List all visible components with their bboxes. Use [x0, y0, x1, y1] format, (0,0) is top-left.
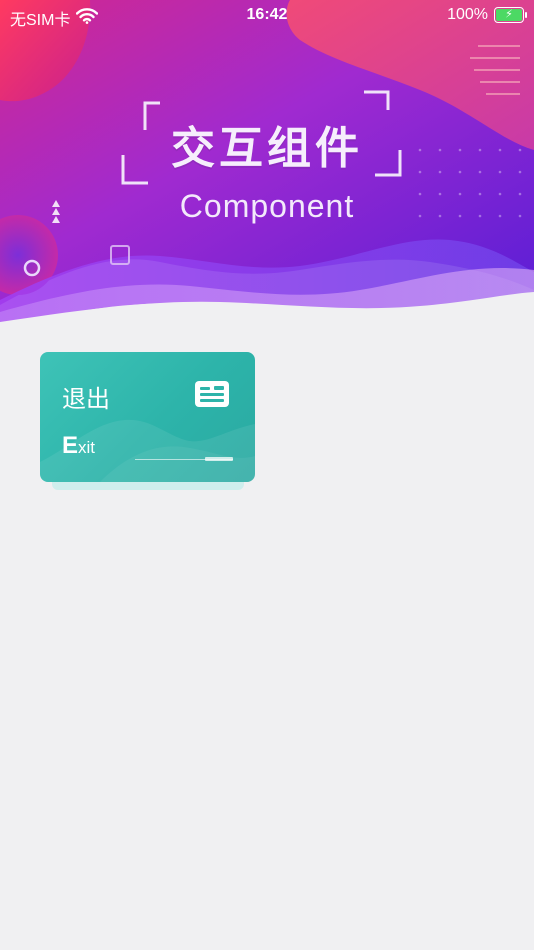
exit-label-en-rest: xit	[78, 438, 96, 457]
exit-label-en: Exit	[62, 432, 95, 460]
card-divider-accent	[205, 457, 233, 461]
hero-subtitle: Component	[179, 188, 355, 224]
mountain-decoration	[40, 419, 255, 482]
battery-percent: 100%	[447, 6, 488, 23]
id-card-icon	[195, 381, 229, 407]
hero-title: 交互组件	[171, 123, 363, 174]
battery-charging-icon: ⚡	[494, 7, 527, 23]
status-right: 100% ⚡	[447, 6, 527, 24]
status-bar: 无SIM卡 16:42 100% ⚡	[0, 0, 534, 30]
battery-cap	[525, 12, 527, 18]
exit-label-cn: 退出	[62, 385, 110, 413]
exit-card[interactable]: 退出 Exit	[40, 352, 255, 482]
bolt-icon: ⚡	[505, 8, 513, 21]
exit-label-en-first: E	[62, 432, 79, 459]
